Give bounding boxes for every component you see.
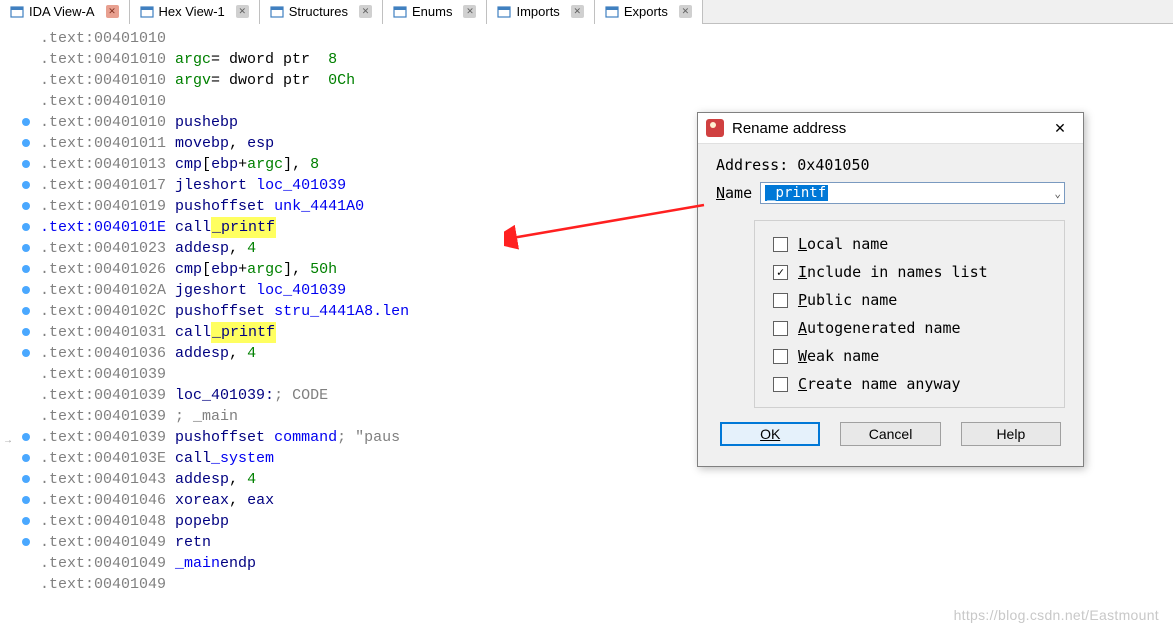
tab-structures[interactable]: Structures ✕ [260,0,383,24]
checkbox-label: Local name [798,235,888,253]
tab-icon [140,5,154,19]
tab-label: Enums [412,4,452,19]
checkbox-icon[interactable] [773,293,788,308]
breakpoint-dot[interactable] [22,307,30,315]
breakpoint-dot[interactable] [22,433,30,441]
checkbox-label: Weak name [798,347,879,365]
breakpoint-dot[interactable] [22,118,30,126]
disasm-line[interactable]: .text:00401010 argc = dword ptr 8 [0,49,1173,70]
checkbox-label: Include in names list [798,263,988,281]
dialog-title: Rename address [732,120,1045,137]
breakpoint-dot[interactable] [22,349,30,357]
breakpoint-dot[interactable] [22,454,30,462]
breakpoint-dot[interactable] [22,244,30,252]
checkbox-include-in-names-list[interactable]: ✓ Include in names list [773,263,1046,281]
tab-icon [605,5,619,19]
breakpoint-dot[interactable] [22,328,30,336]
help-button[interactable]: Help [961,422,1061,446]
name-value: _printf [765,185,828,201]
breakpoint-dot[interactable] [22,202,30,210]
close-icon[interactable]: ✕ [1045,120,1075,137]
rename-address-dialog: Rename address ✕ Address: 0x401050 Name … [697,112,1084,467]
checkbox-icon[interactable]: ✓ [773,265,788,280]
breakpoint-dot[interactable] [22,265,30,273]
breakpoint-dot[interactable] [22,538,30,546]
breakpoint-dot[interactable] [22,223,30,231]
tab-icon [497,5,511,19]
app-icon [706,119,724,137]
tab-bar: IDA View-A✕Hex View-1✕Structures✕Enums✕I… [0,0,1173,24]
breakpoint-dot[interactable] [22,496,30,504]
checkbox-icon[interactable] [773,237,788,252]
tab-icon [393,5,407,19]
disasm-line[interactable]: .text:00401048 pop ebp [0,511,1173,532]
disasm-line[interactable]: .text:00401010 [0,28,1173,49]
tab-label: Structures [289,4,348,19]
tab-imports[interactable]: Imports ✕ [487,0,594,24]
ok-button[interactable]: OK [720,422,820,446]
tab-label: Imports [516,4,559,19]
breakpoint-dot[interactable] [22,475,30,483]
address-label: Address: 0x401050 [716,156,870,174]
tab-enums[interactable]: Enums ✕ [383,0,487,24]
dialog-titlebar: Rename address ✕ [698,113,1083,144]
chevron-down-icon[interactable]: ⌄ [1054,187,1061,200]
tab-label: Exports [624,4,668,19]
close-icon[interactable]: ✕ [679,5,692,18]
disasm-line[interactable]: .text:00401049 retn [0,532,1173,553]
breakpoint-dot[interactable] [22,181,30,189]
options-group: Local name ✓ Include in names list Public n… [754,220,1065,408]
cancel-button[interactable]: Cancel [840,422,940,446]
disasm-line[interactable]: .text:00401010 argv = dword ptr 0Ch [0,70,1173,91]
tab-label: IDA View-A [29,4,95,19]
checkbox-autogenerated-name[interactable]: Autogenerated name [773,319,1046,337]
disasm-line[interactable]: .text:00401046 xor eax, eax [0,490,1173,511]
checkbox-local-name[interactable]: Local name [773,235,1046,253]
breakpoint-dot[interactable] [22,517,30,525]
breakpoint-dot[interactable] [22,286,30,294]
close-icon[interactable]: ✕ [236,5,249,18]
checkbox-weak-name[interactable]: Weak name [773,347,1046,365]
close-icon[interactable]: ✕ [571,5,584,18]
checkbox-icon[interactable] [773,377,788,392]
disasm-line[interactable]: .text:00401049 _main endp [0,553,1173,574]
tab-ida-view-a[interactable]: IDA View-A ✕ [0,0,130,24]
watermark: https://blog.csdn.net/Eastmount [954,607,1159,623]
checkbox-icon[interactable] [773,349,788,364]
close-icon[interactable]: ✕ [359,5,372,18]
tab-exports[interactable]: Exports ✕ [595,0,703,24]
breakpoint-dot[interactable] [22,160,30,168]
disasm-line[interactable]: .text:00401049 [0,574,1173,595]
close-icon[interactable]: ✕ [106,5,119,18]
checkbox-label: Autogenerated name [798,319,961,337]
disasm-line[interactable]: .text:00401043 add esp, 4 [0,469,1173,490]
checkbox-label: Public name [798,291,897,309]
tab-label: Hex View-1 [159,4,225,19]
checkbox-label: Create name anyway [798,375,961,393]
name-label: Name [716,184,752,202]
disasm-line[interactable]: .text:00401010 [0,91,1173,112]
checkbox-public-name[interactable]: Public name [773,291,1046,309]
tab-icon [10,5,24,19]
close-icon[interactable]: ✕ [463,5,476,18]
tab-hex-view-1[interactable]: Hex View-1 ✕ [130,0,260,24]
name-input[interactable]: _printf ⌄ [760,182,1065,204]
breakpoint-dot[interactable] [22,139,30,147]
checkbox-icon[interactable] [773,321,788,336]
tab-icon [270,5,284,19]
checkbox-create-name-anyway[interactable]: Create name anyway [773,375,1046,393]
